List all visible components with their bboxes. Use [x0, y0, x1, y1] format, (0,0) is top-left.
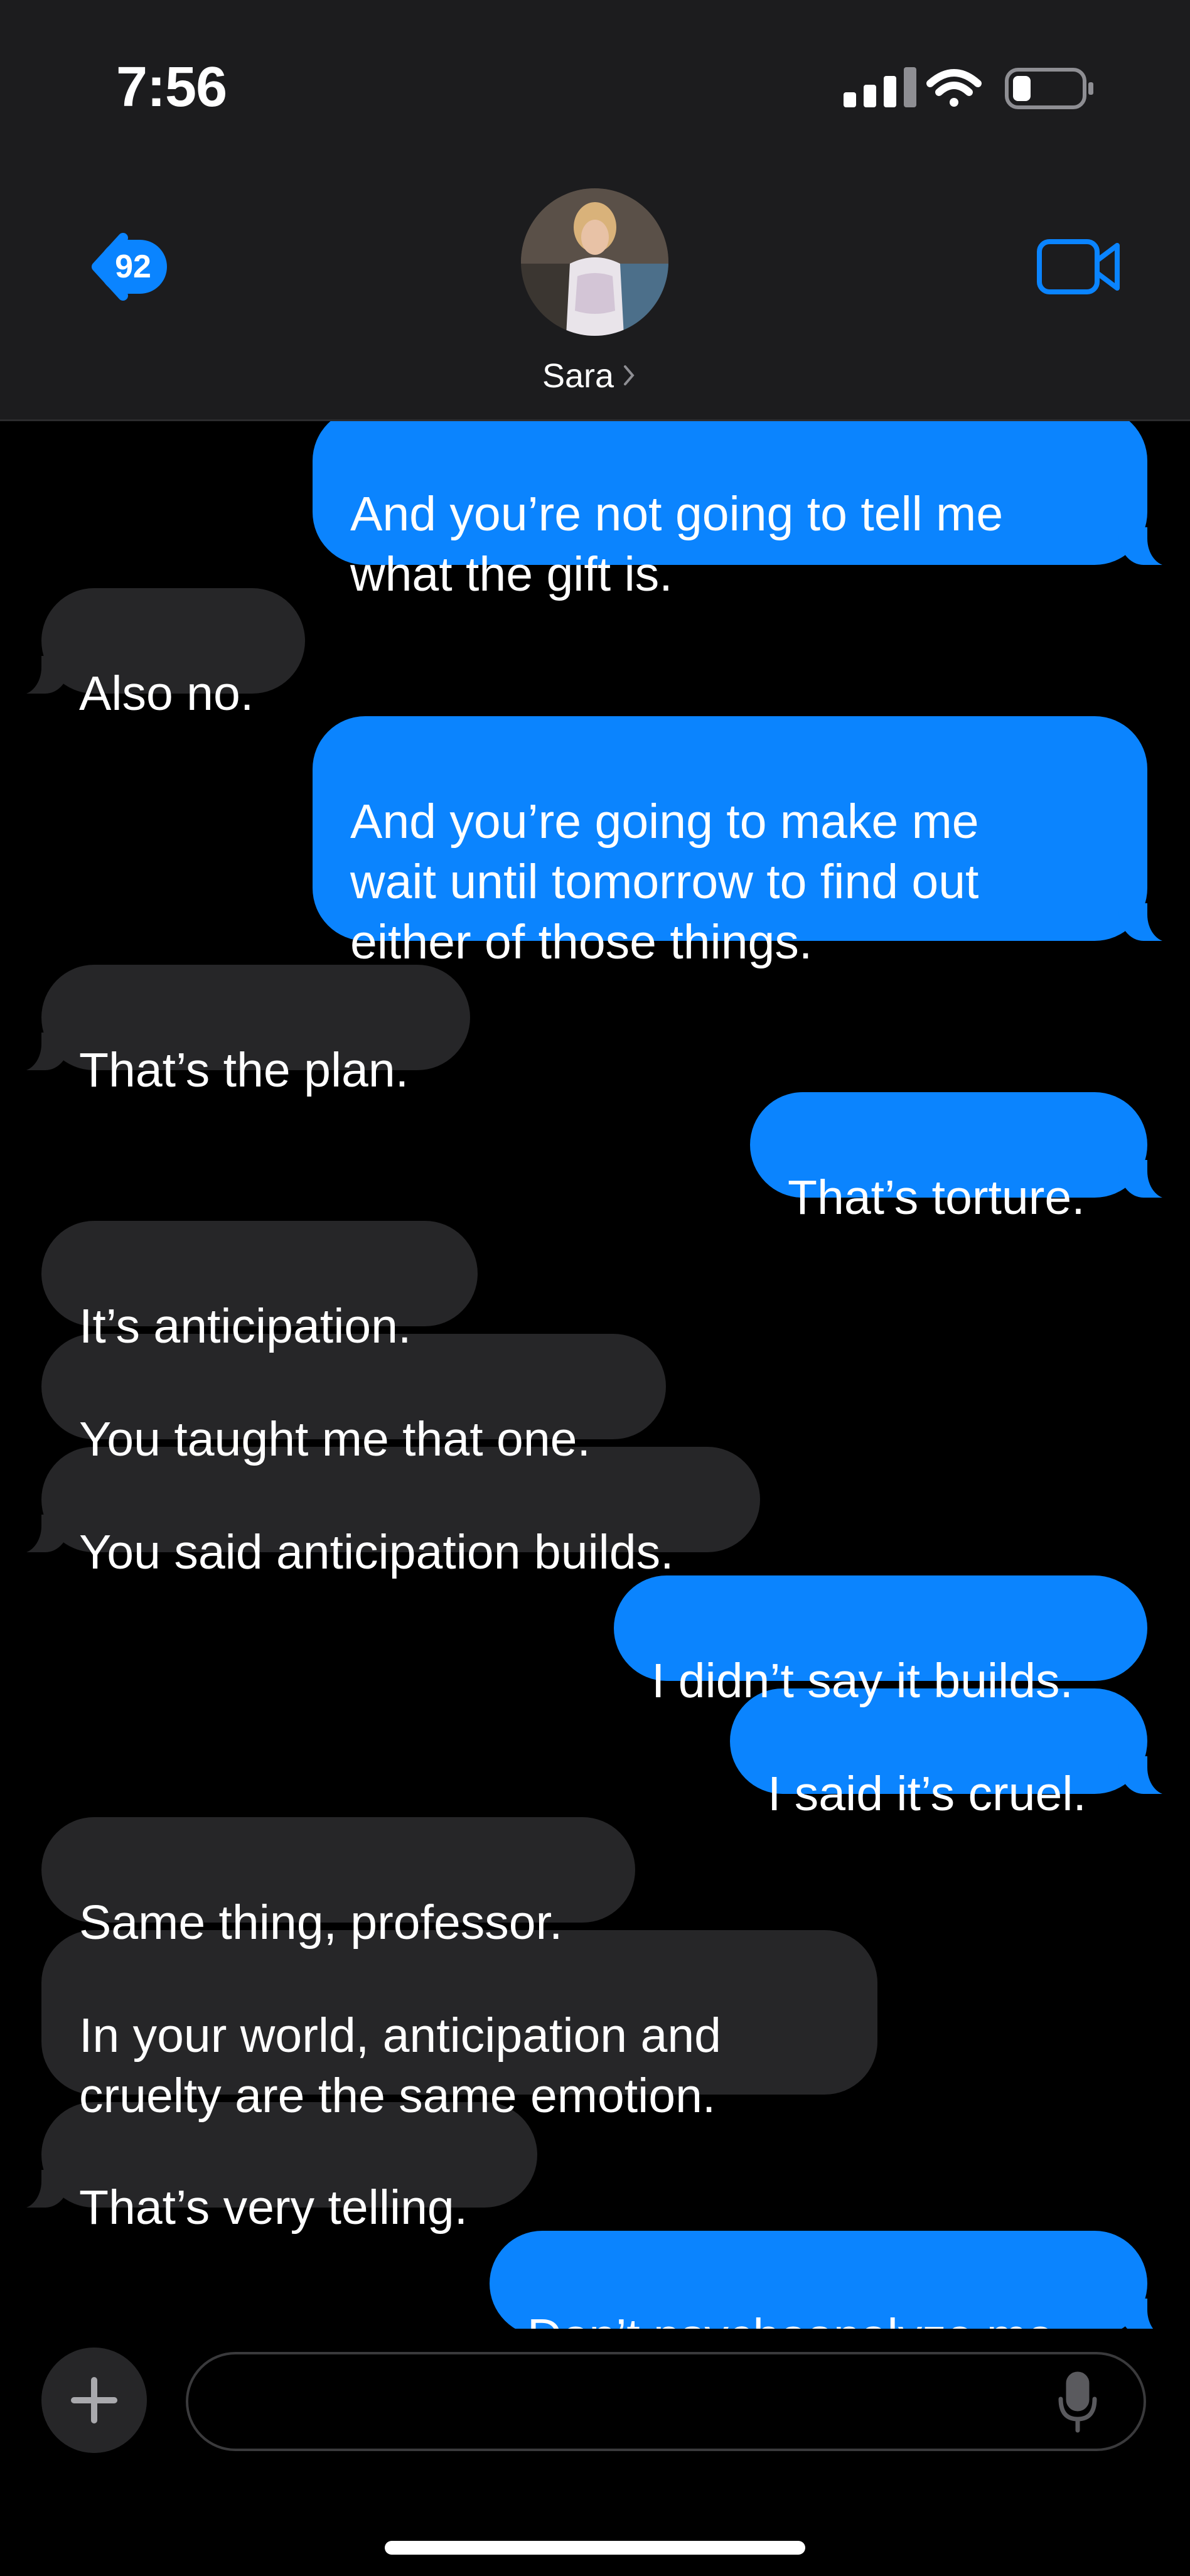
- message-bubble-incoming[interactable]: That’s the plan.: [4, 965, 470, 1097]
- message-text: And you’re not going to tell me what the…: [350, 487, 1004, 601]
- battery-icon: [1005, 68, 1093, 109]
- message-text: In your world, anticipation and cruelty …: [79, 2009, 721, 2123]
- microphone-button[interactable]: [1056, 2371, 1100, 2434]
- message-bubble-outgoing[interactable]: That’s torture.: [750, 1092, 1185, 1225]
- home-indicator[interactable]: [385, 2541, 805, 2555]
- message-text: I said it’s cruel.: [768, 1767, 1086, 1821]
- conversation-header: 7:56 92 Sara: [0, 0, 1190, 421]
- message-bubble-incoming[interactable]: Also no.: [4, 588, 305, 721]
- message-text: Also no.: [79, 667, 254, 721]
- chevron-right-icon[interactable]: [623, 363, 635, 388]
- message-input[interactable]: [186, 2352, 1146, 2451]
- message-text: I didn’t say it builds.: [651, 1654, 1073, 1708]
- message-text: You said anticipation builds.: [79, 1525, 674, 1579]
- message-text: You taught me that one.: [79, 1412, 591, 1466]
- message-text: That’s very telling.: [79, 2181, 468, 2235]
- video-camera-icon: [1037, 239, 1120, 294]
- message-text: It’s anticipation.: [79, 1299, 412, 1353]
- status-bar-icons: [844, 67, 1093, 109]
- message-bubble-incoming[interactable]: It’s anticipation.: [41, 1221, 478, 1353]
- message-bubble-outgoing[interactable]: And you’re going to make me wait until t…: [313, 716, 1185, 969]
- message-bubble-outgoing[interactable]: Don’t psychoanalyze me.: [490, 2231, 1185, 2363]
- microphone-icon: [1058, 2371, 1097, 2433]
- video-call-button[interactable]: [1036, 235, 1123, 298]
- message-bubble-outgoing[interactable]: And you’re not going to tell me what the…: [313, 408, 1147, 601]
- status-time: 7:56: [116, 56, 227, 119]
- message-bubble-incoming[interactable]: Same thing, professor.: [41, 1817, 635, 1950]
- unread-count-badge[interactable]: 92: [99, 240, 167, 294]
- message-text: That’s the plan.: [79, 1043, 409, 1097]
- message-text: Same thing, professor.: [79, 1896, 563, 1950]
- plus-button[interactable]: [41, 2348, 147, 2453]
- contact-avatar[interactable]: [521, 188, 668, 336]
- contact-name[interactable]: Sara: [542, 357, 614, 395]
- message-bubble-outgoing[interactable]: [1118, 526, 1185, 566]
- cellular-signal-icon: [844, 67, 916, 107]
- message-bubble-outgoing[interactable]: I didn’t say it builds.: [614, 1575, 1147, 1708]
- wifi-icon: [926, 69, 982, 107]
- message-bubble-incoming[interactable]: In your world, anticipation and cruelty …: [41, 1930, 877, 2123]
- message-text: That’s torture.: [788, 1171, 1085, 1225]
- message-text: And you’re going to make me wait until t…: [350, 795, 979, 969]
